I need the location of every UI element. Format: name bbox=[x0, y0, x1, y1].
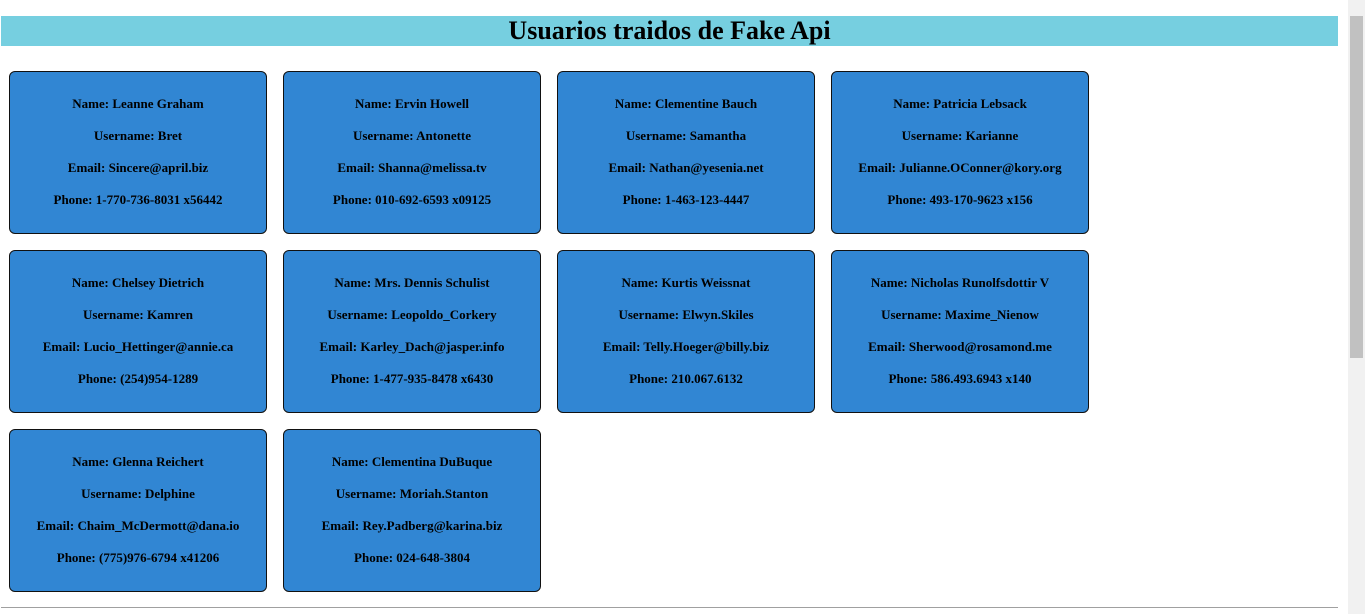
user-phone: Phone: 1-770-736-8031 x56442 bbox=[53, 192, 223, 207]
user-phone: Phone: 1-463-123-4447 bbox=[622, 192, 750, 207]
page-title: Usuarios traidos de Fake Api bbox=[508, 16, 831, 45]
user-email: Email: Rey.Padberg@karina.biz bbox=[321, 518, 503, 533]
user-email: Email: Sincere@april.biz bbox=[67, 160, 209, 175]
user-username: Username: Antonette bbox=[352, 128, 472, 143]
user-email: Email: Lucio_Hettinger@annie.ca bbox=[42, 339, 234, 354]
user-email: Email: Karley_Dach@jasper.info bbox=[319, 339, 505, 354]
user-username: Username: Moriah.Stanton bbox=[335, 486, 489, 501]
user-name: Name: Kurtis Weissnat bbox=[621, 275, 751, 290]
user-name: Name: Ervin Howell bbox=[354, 96, 470, 111]
user-card: Name: Patricia Lebsack Username: Kariann… bbox=[831, 71, 1089, 234]
user-email: Email: Telly.Hoeger@billy.biz bbox=[602, 339, 770, 354]
user-username: Username: Elwyn.Skiles bbox=[618, 307, 754, 322]
scrollbar-thumb[interactable] bbox=[1350, 16, 1363, 358]
user-username: Username: Bret bbox=[93, 128, 183, 143]
user-phone: Phone: 024-648-3804 bbox=[354, 550, 470, 565]
user-username: Username: Delphine bbox=[81, 486, 195, 501]
user-email: Email: Shanna@melissa.tv bbox=[337, 160, 487, 175]
user-name: Name: Chelsey Dietrich bbox=[71, 275, 205, 290]
user-name: Name: Glenna Reichert bbox=[72, 454, 204, 469]
user-card: Name: Kurtis Weissnat Username: Elwyn.Sk… bbox=[557, 250, 815, 413]
user-name: Name: Patricia Lebsack bbox=[893, 96, 1027, 111]
user-card: Name: Mrs. Dennis Schulist Username: Leo… bbox=[283, 250, 541, 413]
user-name: Name: Clementine Bauch bbox=[614, 96, 758, 111]
page-header: Usuarios traidos de Fake Api bbox=[1, 16, 1338, 46]
user-card: Name: Nicholas Runolfsdottir V Username:… bbox=[831, 250, 1089, 413]
user-card: Name: Chelsey Dietrich Username: Kamren … bbox=[9, 250, 267, 413]
user-card: Name: Glenna Reichert Username: Delphine… bbox=[9, 429, 267, 592]
user-card: Name: Leanne Graham Username: Bret Email… bbox=[9, 71, 267, 234]
user-name: Name: Clementina DuBuque bbox=[331, 454, 493, 469]
divider bbox=[1, 607, 1338, 608]
user-phone: Phone: 010-692-6593 x09125 bbox=[332, 192, 492, 207]
user-card: Name: Clementine Bauch Username: Samanth… bbox=[557, 71, 815, 234]
user-card: Name: Clementina DuBuque Username: Moria… bbox=[283, 429, 541, 592]
user-username: Username: Kamren bbox=[83, 307, 193, 322]
user-phone: Phone: 210.067.6132 bbox=[629, 371, 743, 386]
user-phone: Phone: 586.493.6943 x140 bbox=[888, 371, 1032, 386]
user-username: Username: Samantha bbox=[625, 128, 747, 143]
user-name: Name: Leanne Graham bbox=[72, 96, 204, 111]
user-email: Email: Nathan@yesenia.net bbox=[608, 160, 764, 175]
user-email: Email: Sherwood@rosamond.me bbox=[868, 339, 1052, 354]
user-phone: Phone: (775)976-6794 x41206 bbox=[56, 550, 220, 565]
user-phone: Phone: 1-477-935-8478 x6430 bbox=[330, 371, 494, 386]
page: Usuarios traidos de Fake Api Name: Leann… bbox=[0, 0, 1365, 614]
user-email: Email: Julianne.OConner@kory.org bbox=[858, 160, 1062, 175]
user-name: Name: Nicholas Runolfsdottir V bbox=[870, 275, 1050, 290]
user-email: Email: Chaim_McDermott@dana.io bbox=[36, 518, 240, 533]
user-name: Name: Mrs. Dennis Schulist bbox=[334, 275, 490, 290]
user-username: Username: Karianne bbox=[901, 128, 1019, 143]
user-card: Name: Ervin Howell Username: Antonette E… bbox=[283, 71, 541, 234]
user-phone: Phone: (254)954-1289 bbox=[77, 371, 199, 386]
vertical-scrollbar[interactable] bbox=[1348, 0, 1365, 614]
user-username: Username: Leopoldo_Corkery bbox=[327, 307, 497, 322]
user-username: Username: Maxime_Nienow bbox=[881, 307, 1039, 322]
user-phone: Phone: 493-170-9623 x156 bbox=[887, 192, 1033, 207]
